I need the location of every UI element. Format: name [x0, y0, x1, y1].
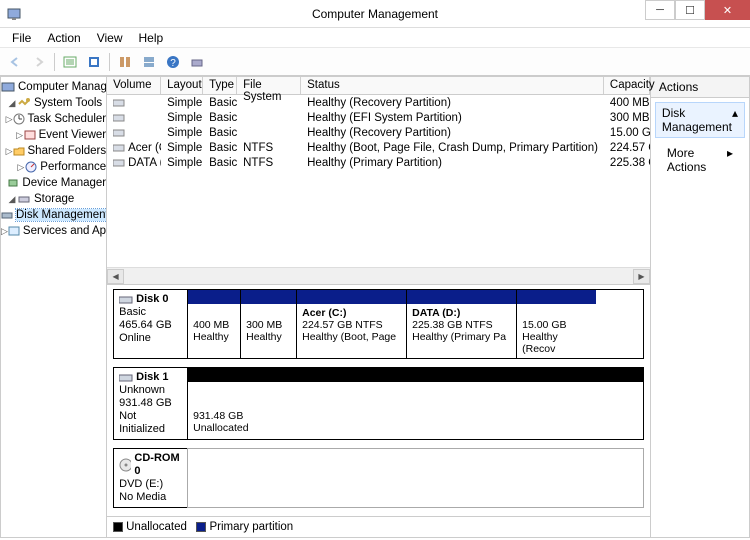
help-button[interactable]: ?	[162, 51, 184, 73]
unallocated-space[interactable]: 931.48 GBUnallocated	[188, 368, 643, 439]
disk-info[interactable]: Disk 0Basic465.64 GBOnline	[113, 289, 187, 359]
window-title: Computer Management	[0, 7, 750, 21]
menu-help[interactable]: Help	[131, 29, 172, 47]
partition[interactable]: DATA (D:)225.38 GB NTFSHealthy (Primary …	[406, 290, 516, 358]
expand-icon[interactable]: ▷	[1, 226, 8, 236]
legend-swatch-primary	[196, 522, 206, 532]
actions-more-link[interactable]: More Actions▸	[651, 142, 749, 178]
app-icon	[6, 6, 22, 22]
disk-info[interactable]: Disk 1Unknown931.48 GBNot Initialized	[113, 367, 187, 440]
volumes-table[interactable]: Volume Layout Type File System Status Ca…	[107, 77, 650, 285]
tree-shared-folders[interactable]: ▷Shared Folders	[1, 143, 106, 159]
drive-icon	[113, 113, 125, 123]
menu-action[interactable]: Action	[39, 29, 88, 47]
disk-layout-panel[interactable]: Disk 0Basic465.64 GBOnline400 MBHealthy3…	[107, 285, 650, 516]
volume-row[interactable]: SimpleBasicHealthy (Recovery Partition)4…	[107, 95, 650, 110]
tree-event-viewer[interactable]: ▷Event Viewer	[1, 127, 106, 143]
tree-disk-management[interactable]: Disk Management	[1, 207, 106, 223]
expand-icon[interactable]: ▷	[17, 162, 26, 172]
volume-row[interactable]: SimpleBasicHealthy (EFI System Partition…	[107, 110, 650, 125]
drive-icon	[113, 143, 125, 153]
title-bar: Computer Management ─ ☐ ✕	[0, 0, 750, 28]
navigation-tree[interactable]: Computer Management (Local ◢System Tools…	[1, 77, 107, 537]
disk-row[interactable]: CD-ROM 0DVD (E:)No Media	[113, 448, 644, 508]
toolbar-icon-4[interactable]	[138, 51, 160, 73]
tree-performance[interactable]: ▷Performance	[1, 159, 106, 175]
expand-icon[interactable]: ▷	[16, 130, 24, 140]
scroll-left-arrow[interactable]: ◀	[107, 269, 124, 284]
toolbar-icon-3[interactable]	[114, 51, 136, 73]
drive-icon	[113, 128, 125, 138]
partition[interactable]: 400 MBHealthy	[188, 290, 240, 358]
horizontal-scrollbar[interactable]: ◀ ▶	[107, 267, 650, 284]
toolbar: ?	[0, 48, 750, 76]
menu-view[interactable]: View	[89, 29, 131, 47]
col-status[interactable]: Status	[301, 77, 604, 94]
menu-file[interactable]: File	[4, 29, 39, 47]
col-layout[interactable]: Layout	[161, 77, 203, 94]
legend-swatch-unallocated	[113, 522, 123, 532]
volume-row[interactable]: Acer (C:)SimpleBasicNTFSHealthy (Boot, P…	[107, 140, 650, 155]
expand-icon[interactable]: ▷	[6, 114, 13, 124]
disk-row[interactable]: Disk 1Unknown931.48 GBNot Initialized931…	[113, 367, 644, 440]
disk-row[interactable]: Disk 0Basic465.64 GBOnline400 MBHealthy3…	[113, 289, 644, 359]
legend: Unallocated Primary partition	[107, 516, 650, 537]
volume-row[interactable]: DATA (D:)SimpleBasicNTFSHealthy (Primary…	[107, 155, 650, 170]
actions-panel: Actions Disk Management▴ More Actions▸	[650, 77, 749, 537]
columns-header[interactable]: Volume Layout Type File System Status Ca…	[107, 77, 650, 95]
col-volume[interactable]: Volume	[107, 77, 161, 94]
partition[interactable]: 15.00 GBHealthy (Recov	[516, 290, 596, 358]
tree-storage[interactable]: ◢Storage	[1, 191, 106, 207]
col-type[interactable]: Type	[203, 77, 237, 94]
submenu-arrow-icon: ▸	[727, 146, 733, 174]
actions-section[interactable]: Disk Management▴	[655, 102, 745, 138]
toolbar-icon-1[interactable]	[59, 51, 81, 73]
separator	[54, 53, 55, 71]
svg-text:?: ?	[170, 58, 176, 69]
refresh-button[interactable]	[83, 51, 105, 73]
toolbar-icon-6[interactable]	[186, 51, 208, 73]
tree-system-tools[interactable]: ◢System Tools	[1, 95, 106, 111]
tree-services[interactable]: ▷Services and Applications	[1, 223, 106, 239]
col-filesystem[interactable]: File System	[237, 77, 301, 94]
minimize-button[interactable]: ─	[645, 0, 675, 20]
tree-root[interactable]: Computer Management (Local	[1, 79, 106, 95]
drive-icon	[113, 158, 125, 168]
collapse-icon[interactable]: ◢	[7, 98, 17, 108]
tree-task-scheduler[interactable]: ▷Task Scheduler	[1, 111, 106, 127]
close-button[interactable]: ✕	[705, 0, 750, 20]
maximize-button[interactable]: ☐	[675, 0, 705, 20]
partition[interactable]: Acer (C:)224.57 GB NTFSHealthy (Boot, Pa…	[296, 290, 406, 358]
drive-icon	[113, 98, 125, 108]
tree-device-manager[interactable]: Device Manager	[1, 175, 106, 191]
menu-bar: File Action View Help	[0, 28, 750, 48]
actions-header: Actions	[651, 77, 749, 98]
content-pane: Volume Layout Type File System Status Ca…	[107, 77, 650, 537]
collapse-icon[interactable]: ◢	[7, 194, 17, 204]
partition[interactable]: 300 MBHealthy	[240, 290, 296, 358]
expand-icon[interactable]: ▷	[6, 146, 13, 156]
forward-button[interactable]	[28, 51, 50, 73]
disk-info[interactable]: CD-ROM 0DVD (E:)No Media	[113, 448, 187, 508]
scroll-right-arrow[interactable]: ▶	[633, 269, 650, 284]
volume-row[interactable]: SimpleBasicHealthy (Recovery Partition)1…	[107, 125, 650, 140]
col-capacity[interactable]: Capacity	[604, 77, 650, 94]
collapse-arrow-icon: ▴	[732, 106, 738, 134]
back-button[interactable]	[4, 51, 26, 73]
separator	[109, 53, 110, 71]
